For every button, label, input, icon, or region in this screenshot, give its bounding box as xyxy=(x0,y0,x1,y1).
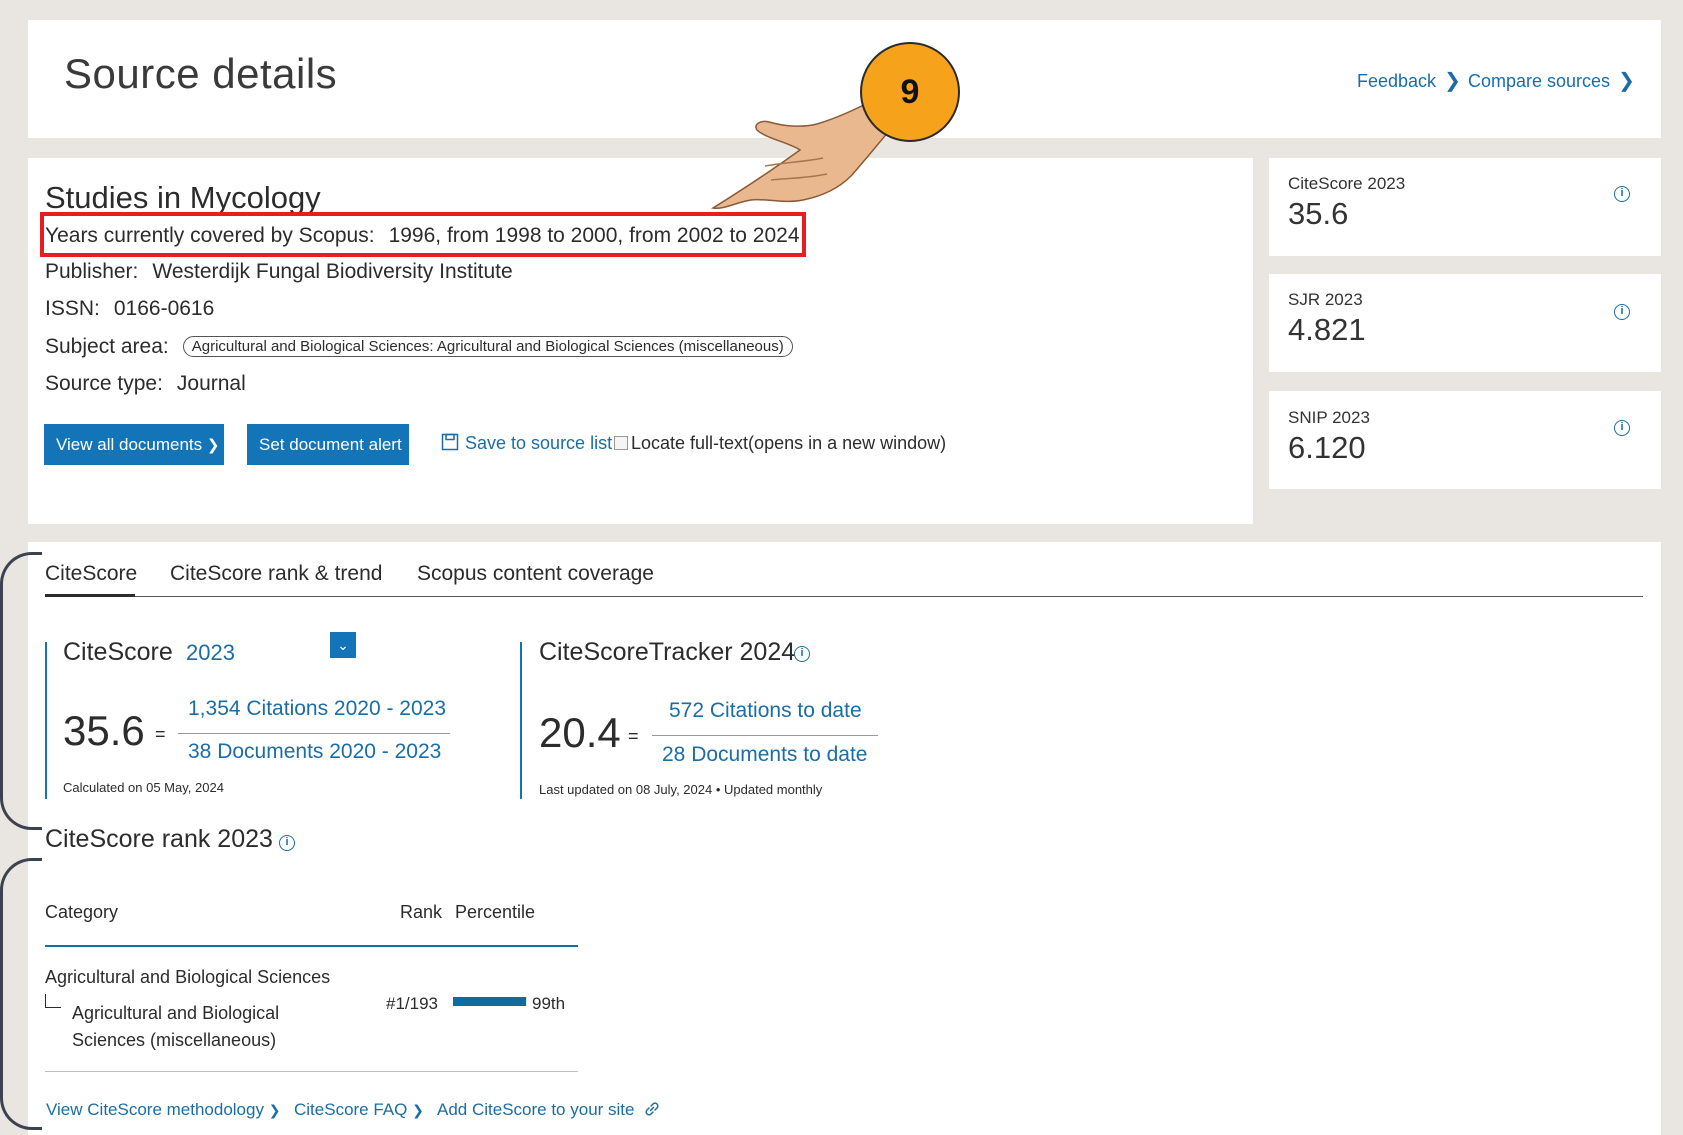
save-to-source-list-label: Save to source list xyxy=(465,433,613,453)
left-bracket-decoration xyxy=(0,552,42,830)
compare-sources-link[interactable]: Compare sources ❯ xyxy=(1468,68,1635,93)
chevron-right-icon: ❯ xyxy=(412,1102,424,1118)
category-sub: Agricultural and Biological Sciences (mi… xyxy=(72,1003,280,1050)
issn-row: ISSN: 0166-0616 xyxy=(45,297,214,321)
citescore-label: CiteScore xyxy=(63,638,173,666)
save-to-source-list-link[interactable]: Save to source list xyxy=(441,433,612,454)
percentile-value: 99th xyxy=(532,994,566,1013)
citescore-year-select[interactable]: 2023 xyxy=(186,640,235,666)
rank-header: Rank xyxy=(400,902,443,922)
compare-sources-label: Compare sources xyxy=(1468,71,1611,91)
citescore-calculated-note: Calculated on 05 May, 2024 xyxy=(63,780,224,795)
citescore-faq-label: CiteScore FAQ xyxy=(294,1100,408,1119)
set-document-alert-button[interactable]: Set document alert xyxy=(247,424,409,465)
publisher-row: Publisher: Westerdijk Fungal Biodiversity… xyxy=(45,260,513,284)
source-type-value: Journal xyxy=(176,372,246,395)
tab-citescore[interactable]: CiteScore xyxy=(45,562,137,586)
save-icon xyxy=(441,433,459,451)
citescore-rank-title: CiteScore rank 2023 xyxy=(45,825,273,854)
chevron-right-icon: ❯ xyxy=(268,1102,281,1118)
view-all-documents-label: View all documents xyxy=(56,435,203,454)
tracker-equals: = xyxy=(628,726,639,746)
year-dropdown-button[interactable]: ⌄ xyxy=(330,632,356,658)
view-citescore-methodology-label: View CiteScore methodology xyxy=(46,1100,264,1119)
tracker-label: CiteScoreTracker 2024 xyxy=(539,638,795,667)
percentile-bar xyxy=(453,997,527,1006)
chevron-right-icon: ❯ xyxy=(1618,70,1635,92)
view-all-documents-button[interactable]: View all documents ❯ xyxy=(44,424,224,465)
tracker-value: 20.4 xyxy=(539,709,621,756)
citescore-fraction-rule xyxy=(178,733,450,734)
link-icon xyxy=(645,1102,659,1116)
source-type-label: Source type: xyxy=(45,372,163,395)
issn-value: 0166-0616 xyxy=(113,297,215,320)
issn-label: ISSN: xyxy=(45,297,100,320)
citescore-metric-value: 35.6 xyxy=(1288,196,1349,231)
tracker-documents-link[interactable]: 28 Documents to date xyxy=(662,743,867,767)
table-bottom-rule xyxy=(45,1071,578,1072)
citescore-equals: = xyxy=(155,724,166,744)
tracker-title: CiteScoreTracker 2024 xyxy=(539,638,796,666)
source-type-row: Source type: Journal xyxy=(45,372,246,396)
publisher-label: Publisher: xyxy=(45,260,139,283)
page-title: Source details xyxy=(64,50,338,97)
tracker-updated-note: Last updated on 08 July, 2024 • Updated … xyxy=(539,782,823,797)
locate-full-text-label: Locate full-text(opens in a new window) xyxy=(631,433,947,453)
citescore-faq-link[interactable]: CiteScore FAQ ❯ xyxy=(294,1100,424,1120)
journal-title: Studies in Mycology xyxy=(45,180,321,215)
tab-citescore-rank-trend[interactable]: CiteScore rank & trend xyxy=(170,562,382,586)
percentile-bar-fill xyxy=(453,997,527,1006)
tracker-accent-line xyxy=(520,642,522,799)
info-icon[interactable]: i xyxy=(279,835,295,851)
add-citescore-link[interactable]: Add CiteScore to your site xyxy=(437,1100,661,1120)
tab-scopus-content-coverage[interactable]: Scopus content coverage xyxy=(417,562,654,586)
citescore-metric-label: CiteScore 2023 xyxy=(1288,174,1406,193)
percentile-header: Percentile xyxy=(455,902,536,922)
info-icon[interactable]: i xyxy=(1614,420,1630,436)
set-document-alert-label: Set document alert xyxy=(259,435,402,454)
rank-value: #1/193 xyxy=(386,994,438,1013)
sjr-metric-value: 4.821 xyxy=(1288,312,1366,347)
category-main: Agricultural and Biological Sciences xyxy=(45,967,331,987)
sjr-metric-label: SJR 2023 xyxy=(1288,290,1363,309)
citescore-rank-title-text: CiteScore rank 2023 xyxy=(45,825,273,853)
view-citescore-methodology-link[interactable]: View CiteScore methodology ❯ xyxy=(46,1100,280,1120)
broken-image-icon xyxy=(614,436,628,450)
active-tab-indicator xyxy=(45,594,135,597)
citescore-accent-line xyxy=(45,642,47,799)
tracker-citations-link[interactable]: 572 Citations to date xyxy=(669,699,862,723)
tracker-fraction-rule xyxy=(652,735,878,736)
citescore-citations-link[interactable]: 1,354 Citations 2020 - 2023 xyxy=(188,697,446,721)
citescore-value: 35.6 xyxy=(63,707,145,754)
snip-metric-value: 6.120 xyxy=(1288,430,1366,465)
left-bracket-decoration xyxy=(0,858,42,1130)
chevron-down-icon: ⌄ xyxy=(337,637,349,653)
subject-area-label: Subject area: xyxy=(45,335,169,358)
subject-area-row: Subject area: Agricultural and Biological… xyxy=(45,335,793,359)
info-icon[interactable]: i xyxy=(1614,186,1630,202)
table-header-rule xyxy=(45,945,578,947)
info-icon[interactable]: i xyxy=(794,646,810,662)
citescore-documents-link[interactable]: 38 Documents 2020 - 2023 xyxy=(188,740,441,764)
step-number-callout: 9 xyxy=(860,42,960,142)
feedback-link[interactable]: Feedback ❯ xyxy=(1357,68,1461,93)
screenshot-frame: Source details Feedback ❯ Compare sources… xyxy=(0,0,1683,1135)
category-header: Category xyxy=(45,902,119,922)
add-citescore-label: Add CiteScore to your site xyxy=(437,1100,635,1119)
chevron-right-icon: ❯ xyxy=(1444,70,1461,92)
publisher-value: Westerdijk Fungal Biodiversity Institute xyxy=(152,260,513,283)
tab-divider xyxy=(45,596,1643,597)
feedback-label: Feedback xyxy=(1357,71,1437,91)
chevron-right-icon: ❯ xyxy=(206,437,220,454)
locate-full-text-link[interactable]: Locate full-text(opens in a new window) xyxy=(614,433,946,454)
tree-branch-icon xyxy=(45,994,61,1008)
subject-area-pill[interactable]: Agricultural and Biological Sciences: Ag… xyxy=(182,336,793,357)
highlight-box xyxy=(40,212,806,257)
info-icon[interactable]: i xyxy=(1614,304,1630,320)
snip-metric-label: SNIP 2023 xyxy=(1288,408,1370,427)
